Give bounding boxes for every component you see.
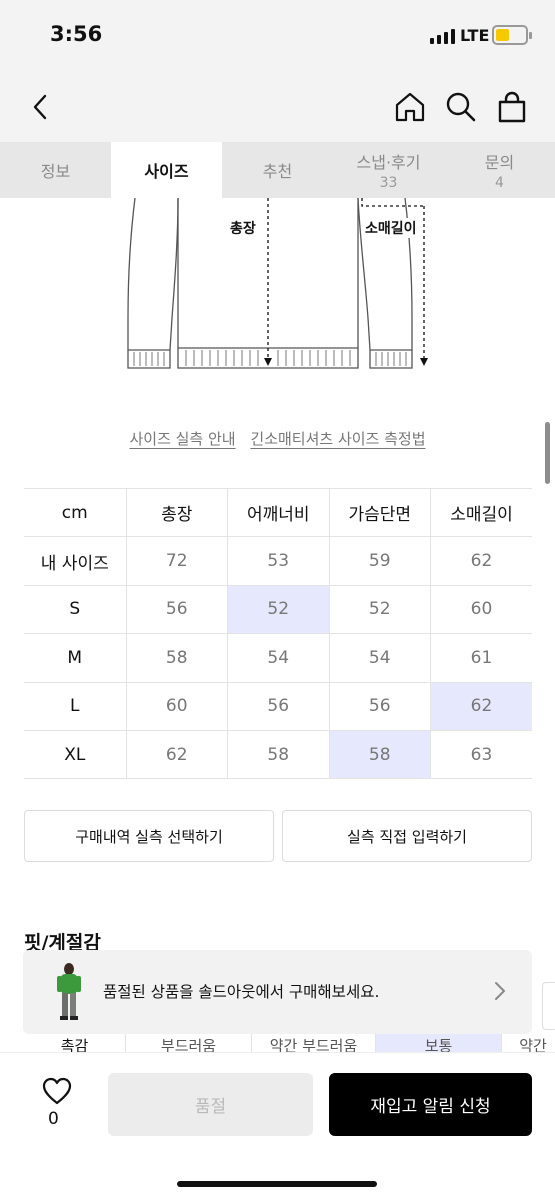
top-nav — [0, 72, 555, 142]
table-header: 가슴단면 — [328, 487, 431, 538]
table-cell: 53 — [227, 536, 330, 586]
bottom-action-bar: 0 품절 재입고 알림 신청 — [0, 1052, 555, 1200]
battery-icon — [492, 25, 532, 45]
home-icon — [395, 92, 425, 122]
table-cell: 58 — [227, 729, 330, 780]
tab-info[interactable]: 정보 — [0, 142, 111, 198]
back-button[interactable] — [20, 87, 60, 127]
tab-snap-review[interactable]: 스냅·후기 33 — [333, 142, 444, 198]
search-icon — [446, 92, 476, 122]
table-cell: 56 — [227, 681, 330, 731]
product-model-thumbnail — [57, 963, 81, 1020]
table-row: XL 62 58 58 63 — [24, 729, 532, 780]
table-row: S 56 52 52 60 — [24, 584, 532, 635]
restock-alert-button[interactable]: 재입고 알림 신청 — [329, 1073, 532, 1136]
signal-icon — [430, 29, 455, 44]
size-table: cm 총장 어깨너비 가슴단면 소매길이 내 사이즈 72 53 59 62 S… — [24, 487, 532, 780]
tab-count: 4 — [495, 175, 504, 191]
like-count: 0 — [48, 1109, 59, 1129]
chevron-left-icon — [33, 94, 47, 120]
table-cell: 54 — [227, 633, 330, 683]
sweatshirt-size-diagram — [127, 198, 428, 369]
table-cell: 52 — [328, 584, 431, 635]
row-label: S — [24, 584, 127, 635]
table-cell: 56 — [125, 584, 228, 635]
table-row: L 60 56 56 62 — [24, 681, 532, 731]
table-cell: 60 — [125, 681, 228, 731]
measure-links: 사이즈 실측 안내 긴소매티셔츠 사이즈 측정법 — [0, 428, 555, 449]
row-label: M — [24, 633, 127, 683]
tab-inquiry[interactable]: 문의 4 — [444, 142, 555, 198]
table-cell: 61 — [430, 633, 532, 683]
row-label: L — [24, 681, 127, 731]
table-header: 어깨너비 — [227, 487, 330, 538]
chevron-right-icon — [495, 982, 505, 1000]
table-header: 소매길이 — [430, 487, 532, 538]
table-cell: 60 — [430, 584, 532, 635]
table-cell: 59 — [328, 536, 431, 586]
table-cell-highlight: 58 — [328, 729, 431, 780]
table-header-row: cm 총장 어깨너비 가슴단면 소매길이 — [24, 487, 532, 538]
status-bar: 3:56 LTE — [0, 0, 555, 72]
select-purchase-button[interactable]: 구매내역 실측 선택하기 — [24, 810, 274, 862]
product-tabs: 정보 사이즈 추천 스냅·후기 33 문의 4 — [0, 142, 555, 198]
sleeve-label: 소매길이 — [365, 218, 417, 238]
side-chip — [542, 982, 555, 1030]
tab-label: 추천 — [262, 162, 293, 181]
home-indicator — [177, 1181, 377, 1187]
table-row: 내 사이즈 72 53 59 62 — [24, 536, 532, 586]
soldout-button: 품절 — [108, 1073, 313, 1136]
table-cell: 63 — [430, 729, 532, 780]
table-header: cm — [24, 487, 127, 538]
soldout-banner[interactable]: 품절된 상품을 솔드아웃에서 구매해보세요. — [23, 950, 532, 1034]
table-cell-highlight: 52 — [227, 584, 330, 635]
table-row: M 58 54 54 61 — [24, 633, 532, 683]
tab-label: 문의 — [484, 153, 515, 172]
home-button[interactable] — [390, 87, 430, 127]
status-time: 3:56 — [50, 22, 103, 46]
tab-recommend[interactable]: 추천 — [222, 142, 333, 198]
heart-icon[interactable] — [42, 1077, 72, 1105]
row-label: 내 사이즈 — [24, 536, 127, 586]
direct-input-button[interactable]: 실측 직접 입력하기 — [282, 810, 532, 862]
banner-text: 품절된 상품을 솔드아웃에서 구매해보세요. — [103, 983, 380, 1001]
table-cell: 56 — [328, 681, 431, 731]
tab-size[interactable]: 사이즈 — [111, 142, 222, 198]
table-cell: 62 — [430, 536, 532, 586]
tab-label: 정보 — [40, 162, 71, 181]
tab-count: 33 — [379, 175, 398, 191]
shopping-bag-icon — [498, 91, 526, 123]
table-cell: 58 — [125, 633, 228, 683]
table-header: 총장 — [125, 487, 228, 538]
tab-label: 스냅·후기 — [356, 153, 421, 172]
table-cell-highlight: 62 — [430, 681, 532, 731]
network-label: LTE — [460, 26, 490, 45]
tab-label: 사이즈 — [144, 162, 189, 181]
length-label: 총장 — [230, 218, 256, 238]
size-guide-link[interactable]: 사이즈 실측 안내 — [129, 430, 235, 448]
search-button[interactable] — [441, 87, 481, 127]
table-cell: 62 — [125, 729, 228, 780]
cart-button[interactable] — [492, 87, 532, 127]
row-label: XL — [24, 729, 127, 780]
table-cell: 54 — [328, 633, 431, 683]
table-cell: 72 — [125, 536, 228, 586]
measure-method-link[interactable]: 긴소매티셔츠 사이즈 측정법 — [250, 430, 425, 448]
